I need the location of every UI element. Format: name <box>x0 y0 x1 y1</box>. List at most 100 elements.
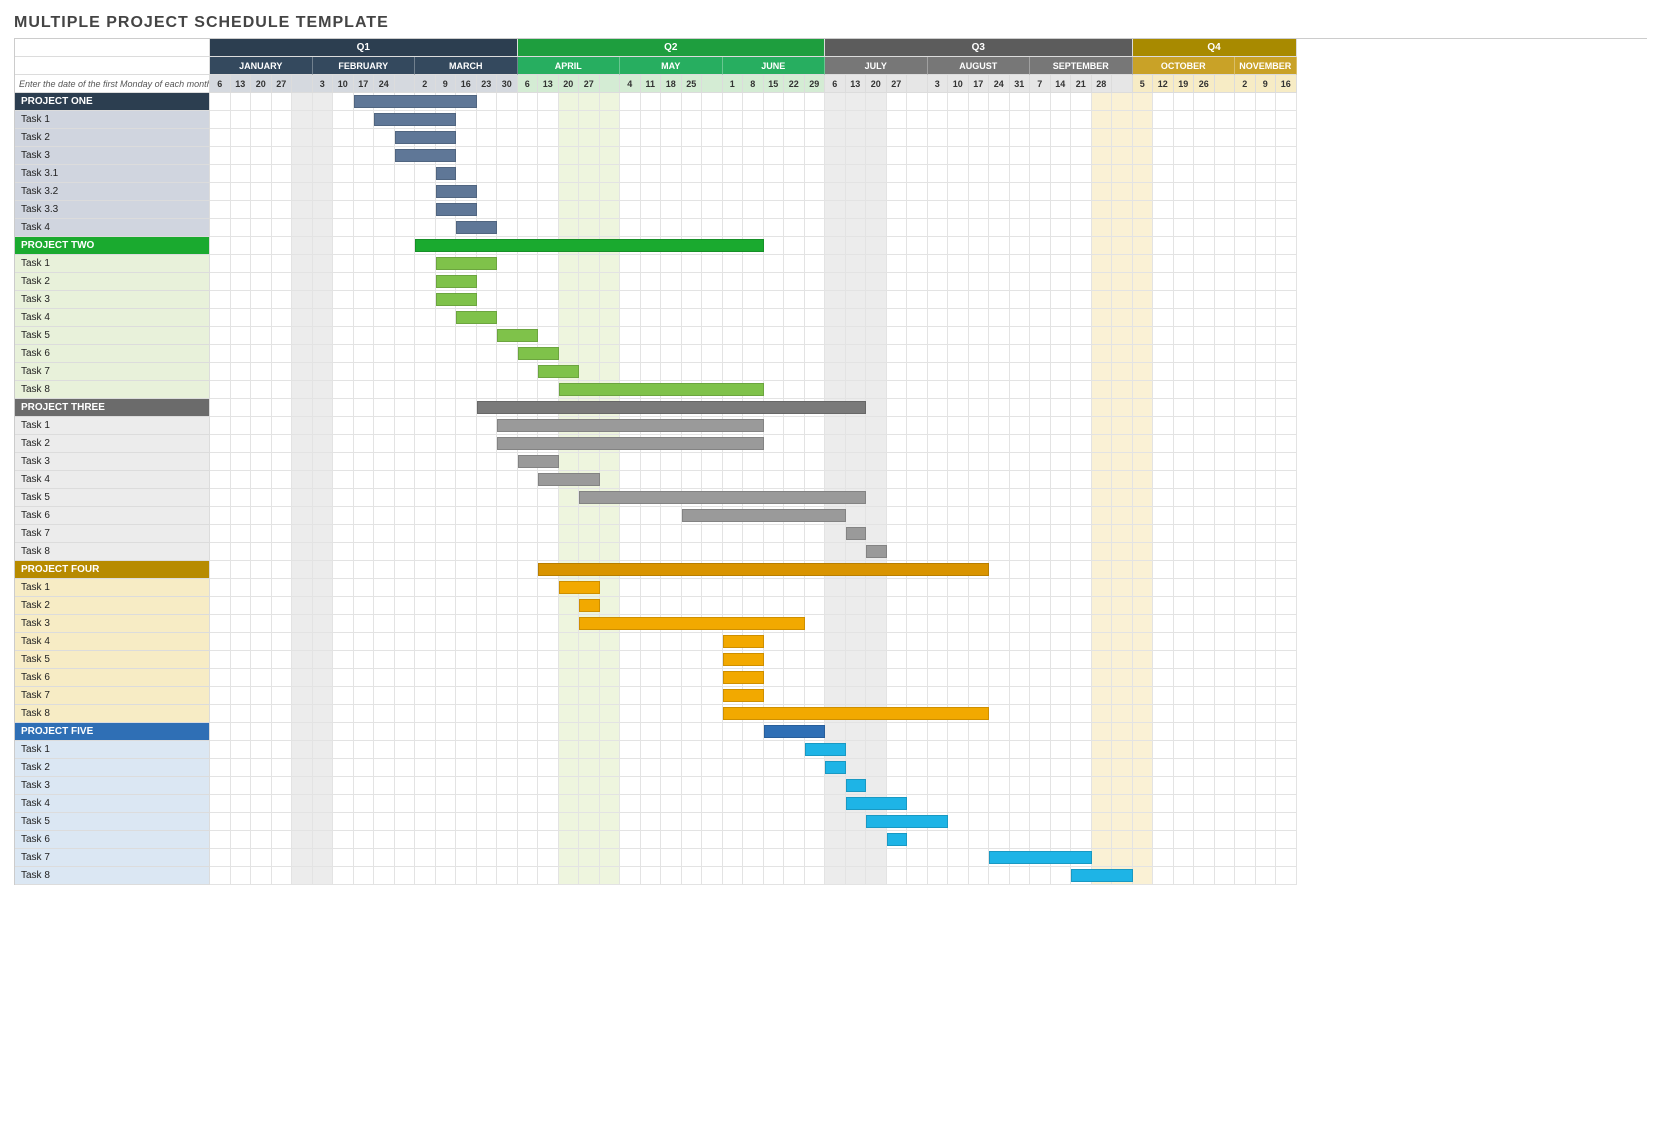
task-label: Task 7 <box>15 363 210 381</box>
task-row <box>210 165 1297 183</box>
gantt-bar <box>723 671 764 684</box>
task-label: Task 4 <box>15 633 210 651</box>
week-header: 27 <box>887 75 908 93</box>
week-header: 6 <box>518 75 539 93</box>
gantt-bar <box>518 347 559 360</box>
gantt-bar <box>354 95 477 108</box>
task-label: Task 2 <box>15 273 210 291</box>
project-row <box>210 93 1297 111</box>
week-header: 18 <box>661 75 682 93</box>
task-row <box>210 453 1297 471</box>
week-header: 25 <box>682 75 703 93</box>
task-label: Task 6 <box>15 831 210 849</box>
week-header: 16 <box>456 75 477 93</box>
week-header: 17 <box>969 75 990 93</box>
task-row <box>210 543 1297 561</box>
task-row <box>210 111 1297 129</box>
task-row <box>210 759 1297 777</box>
project-header: PROJECT FOUR <box>15 561 210 579</box>
month-header: AUGUST <box>928 57 1031 75</box>
week-header: 20 <box>866 75 887 93</box>
task-row <box>210 147 1297 165</box>
gantt-bar <box>579 617 805 630</box>
task-label: Task 4 <box>15 795 210 813</box>
task-label: Task 8 <box>15 381 210 399</box>
week-header: 28 <box>1092 75 1113 93</box>
quarter-header: Q2 <box>518 39 826 57</box>
task-row <box>210 525 1297 543</box>
task-row <box>210 363 1297 381</box>
gantt-bar <box>723 689 764 702</box>
task-row <box>210 633 1297 651</box>
gantt-sheet: Q1Q2Q3Q4JANUARYFEBRUARYMARCHAPRILMAYJUNE… <box>14 38 1647 885</box>
task-row <box>210 435 1297 453</box>
gantt-bar <box>764 725 826 738</box>
gantt-bar <box>497 437 764 450</box>
week-header: 2 <box>415 75 436 93</box>
week-header: 29 <box>805 75 826 93</box>
task-label: Task 2 <box>15 597 210 615</box>
task-label: Task 1 <box>15 255 210 273</box>
gantt-bar <box>436 257 498 270</box>
project-row <box>210 399 1297 417</box>
month-header: APRIL <box>518 57 621 75</box>
week-header: 24 <box>374 75 395 93</box>
task-label: Task 3 <box>15 147 210 165</box>
gantt-bar <box>497 329 538 342</box>
task-label: Task 1 <box>15 417 210 435</box>
week-header <box>395 75 416 93</box>
gantt-bar <box>518 455 559 468</box>
gantt-bar <box>805 743 846 756</box>
task-label: Task 4 <box>15 309 210 327</box>
gantt-bar <box>436 275 477 288</box>
task-row <box>210 327 1297 345</box>
project-row <box>210 561 1297 579</box>
week-header: 31 <box>1010 75 1031 93</box>
month-header: JULY <box>825 57 928 75</box>
week-header: 13 <box>538 75 559 93</box>
task-row <box>210 615 1297 633</box>
task-row <box>210 471 1297 489</box>
week-header <box>702 75 723 93</box>
week-header: 3 <box>928 75 949 93</box>
task-label: Task 8 <box>15 867 210 885</box>
week-header: 22 <box>784 75 805 93</box>
week-header <box>1215 75 1236 93</box>
task-label: Task 2 <box>15 759 210 777</box>
task-row <box>210 309 1297 327</box>
week-header: 7 <box>1030 75 1051 93</box>
gantt-bar <box>579 599 600 612</box>
week-header: 24 <box>989 75 1010 93</box>
task-row <box>210 813 1297 831</box>
gantt-bar <box>989 851 1092 864</box>
gantt-bar <box>477 401 867 414</box>
week-header: 10 <box>948 75 969 93</box>
task-row <box>210 489 1297 507</box>
week-header: 17 <box>354 75 375 93</box>
week-header: 30 <box>497 75 518 93</box>
gantt-bar <box>846 527 867 540</box>
week-header: 2 <box>1235 75 1256 93</box>
gantt-bar <box>866 815 948 828</box>
month-header: OCTOBER <box>1133 57 1236 75</box>
project-row <box>210 723 1297 741</box>
gantt-bar <box>559 383 764 396</box>
week-header: 23 <box>477 75 498 93</box>
task-label: Task 1 <box>15 111 210 129</box>
project-header: PROJECT TWO <box>15 237 210 255</box>
quarter-header: Q3 <box>825 39 1133 57</box>
task-row <box>210 345 1297 363</box>
task-label: Task 5 <box>15 813 210 831</box>
week-header: 12 <box>1153 75 1174 93</box>
month-header: MAY <box>620 57 723 75</box>
gantt-bar <box>723 653 764 666</box>
task-label: Task 3 <box>15 453 210 471</box>
task-label: Task 3 <box>15 291 210 309</box>
gantt-bar <box>538 365 579 378</box>
week-header <box>1112 75 1133 93</box>
corner-blank <box>15 39 210 57</box>
week-header: 20 <box>251 75 272 93</box>
task-row <box>210 705 1297 723</box>
task-row <box>210 417 1297 435</box>
gantt-bar <box>436 185 477 198</box>
